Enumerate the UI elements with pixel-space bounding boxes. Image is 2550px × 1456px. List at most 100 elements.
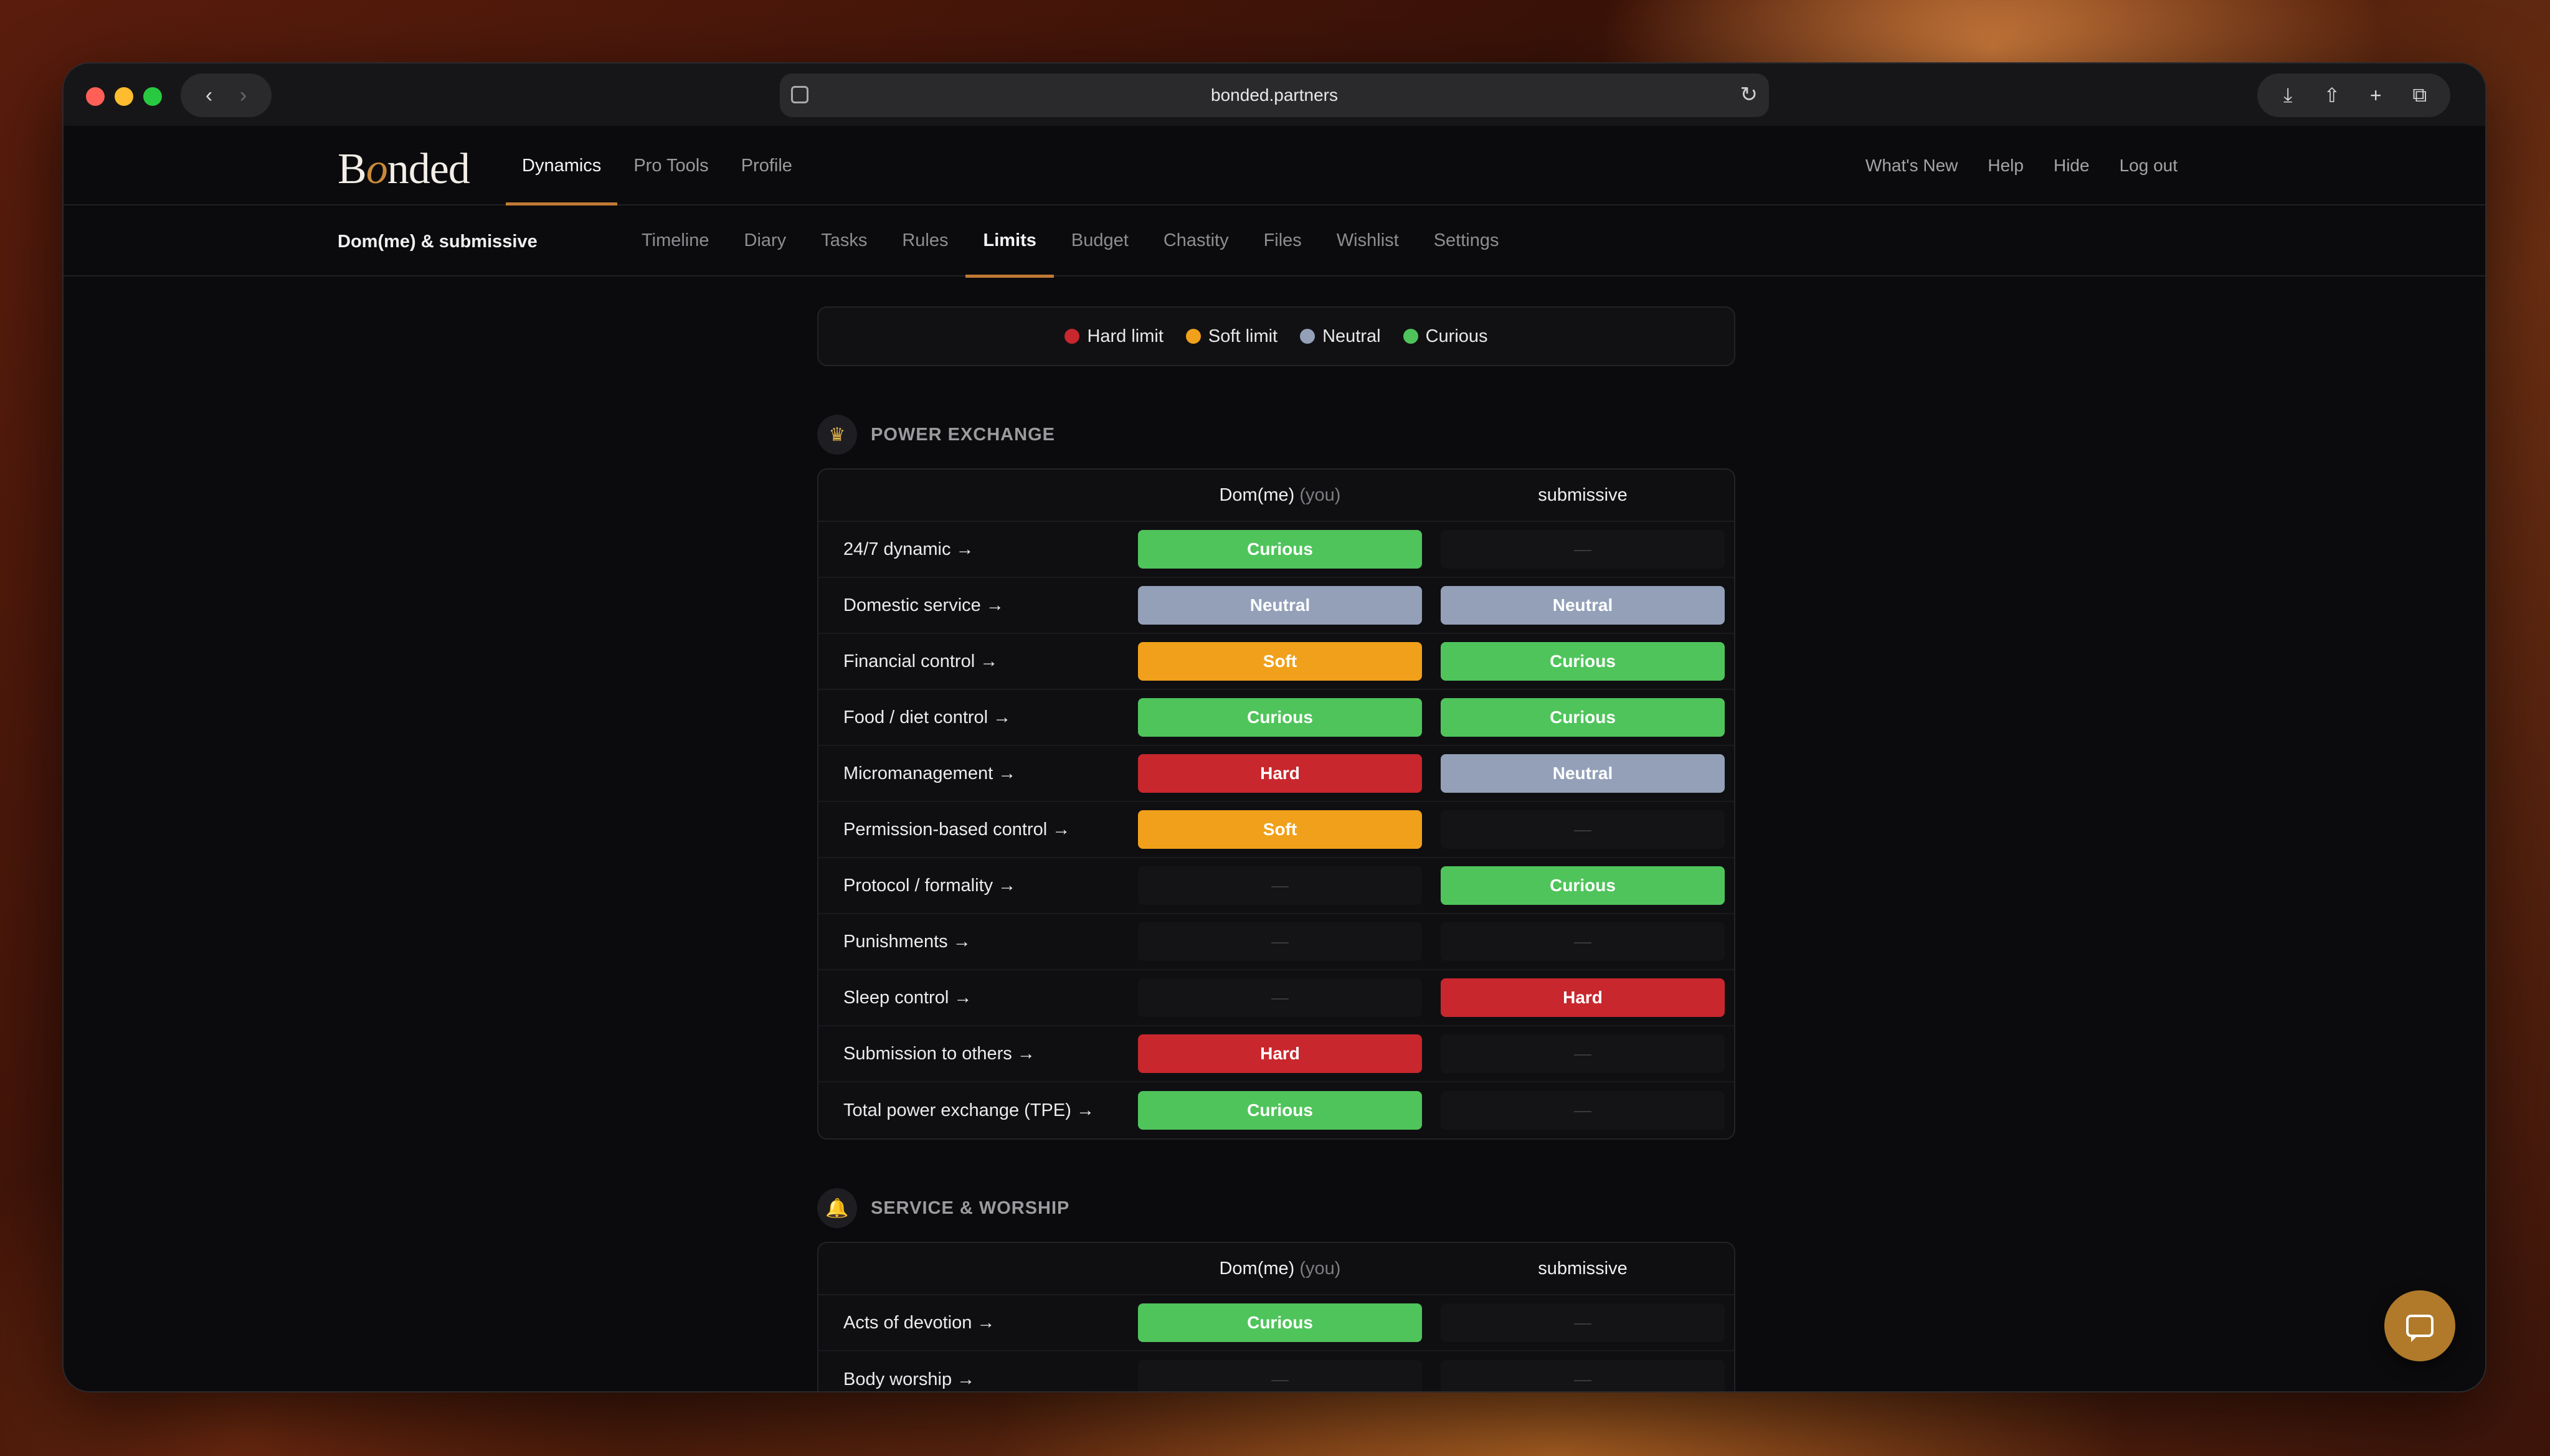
sub-rating[interactable]: —: [1441, 810, 1725, 849]
limit-sections: ♛ POWER EXCHANGE Dom(me) (you) submissive 24…: [817, 410, 1735, 1391]
dom-rating[interactable]: Curious: [1138, 1091, 1422, 1130]
legend-item: Curious: [1403, 326, 1488, 347]
table-row: Micromanagement → Hard Neutral: [818, 746, 1734, 802]
dom-rating[interactable]: Hard: [1138, 754, 1422, 793]
sub-rating[interactable]: Neutral: [1441, 754, 1725, 793]
table-row: Food / diet control → Curious Curious: [818, 690, 1734, 746]
sub-rating[interactable]: —: [1441, 1034, 1725, 1073]
new-tab-icon[interactable]: +: [2361, 84, 2391, 107]
tab-tasks[interactable]: Tasks: [803, 207, 884, 277]
limit-name-link[interactable]: Acts of devotion →: [818, 1313, 1129, 1333]
limit-name-link[interactable]: Protocol / formality →: [818, 876, 1129, 896]
dom-rating[interactable]: —: [1138, 978, 1422, 1017]
tab-wishlist[interactable]: Wishlist: [1319, 207, 1416, 277]
table-header: Dom(me) (you) submissive: [818, 1243, 1734, 1295]
sub-rating[interactable]: Neutral: [1441, 586, 1725, 625]
sub-rating[interactable]: Curious: [1441, 698, 1725, 737]
nav-whats-new[interactable]: What's New: [1851, 126, 1973, 206]
dom-rating[interactable]: Neutral: [1138, 586, 1422, 625]
dom-column-header: Dom(me) (you): [1129, 1259, 1431, 1279]
sub-column-header: submissive: [1538, 1258, 1628, 1279]
table-row: Permission-based control → Soft —: [818, 802, 1734, 858]
limit-name-link[interactable]: 24/7 dynamic →: [818, 539, 1129, 560]
table-header: Dom(me) (you) submissive: [818, 470, 1734, 522]
dom-rating[interactable]: Curious: [1138, 530, 1422, 569]
address-bar[interactable]: bonded.partners ↻: [780, 73, 1769, 117]
nav-dynamics[interactable]: Dynamics: [506, 126, 618, 206]
limit-name-link[interactable]: Food / diet control →: [818, 707, 1129, 728]
tab-timeline[interactable]: Timeline: [624, 207, 727, 277]
dom-rating[interactable]: Curious: [1138, 698, 1422, 737]
table-row: Financial control → Soft Curious: [818, 634, 1734, 690]
chat-button[interactable]: [2384, 1290, 2455, 1361]
sub-rating[interactable]: Curious: [1441, 866, 1725, 905]
close-window-button[interactable]: [86, 87, 105, 106]
dynamic-title[interactable]: Dom(me) & submissive: [338, 207, 538, 277]
hard-limit-dot: [1064, 329, 1080, 344]
nav-hide[interactable]: Hide: [2039, 126, 2105, 206]
tab-budget[interactable]: Budget: [1054, 207, 1146, 277]
nav-log-out[interactable]: Log out: [2105, 126, 2192, 206]
limit-name-link[interactable]: Domestic service →: [818, 595, 1129, 616]
dom-rating[interactable]: Curious: [1138, 1303, 1422, 1342]
download-icon[interactable]: ⤓: [2273, 83, 2303, 107]
tab-overview-icon[interactable]: ⧉: [2405, 83, 2435, 107]
limits-content: Hard limit Soft limit Neutral Curious ♛ P…: [817, 306, 1735, 1391]
table-row: Body worship → — —: [818, 1351, 1734, 1391]
chat-bubble-icon: [2406, 1315, 2434, 1342]
limit-name-link[interactable]: Punishments →: [818, 932, 1129, 952]
nav-profile[interactable]: Profile: [725, 126, 808, 206]
primary-nav: Dynamics Pro Tools Profile: [506, 126, 808, 206]
history-nav: ‹ ›: [181, 73, 272, 117]
page-menu-icon[interactable]: [791, 86, 808, 103]
sub-rating[interactable]: —: [1441, 1091, 1725, 1130]
limit-name-link[interactable]: Sleep control →: [818, 988, 1129, 1008]
curious-dot: [1403, 329, 1418, 344]
tab-diary[interactable]: Diary: [727, 207, 804, 277]
browser-toolbar: ‹ › bonded.partners ↻ ⤓ ⇧ + ⧉: [64, 64, 2485, 126]
nav-pro-tools[interactable]: Pro Tools: [617, 126, 724, 206]
sub-rating[interactable]: —: [1441, 1303, 1725, 1342]
dom-rating[interactable]: Soft: [1138, 642, 1422, 681]
sub-rating[interactable]: Curious: [1441, 642, 1725, 681]
limit-name-link[interactable]: Permission-based control →: [818, 820, 1129, 840]
tab-files[interactable]: Files: [1246, 207, 1319, 277]
bell-icon: 🔔: [817, 1188, 857, 1228]
reload-icon[interactable]: ↻: [1740, 82, 1758, 107]
tab-limits[interactable]: Limits: [965, 207, 1055, 278]
dom-rating[interactable]: —: [1138, 922, 1422, 961]
dom-column-header: Dom(me) (you): [1129, 485, 1431, 506]
limit-name-link[interactable]: Total power exchange (TPE) →: [818, 1100, 1129, 1121]
limit-name-link[interactable]: Financial control →: [818, 651, 1129, 672]
dom-rating[interactable]: —: [1138, 1360, 1422, 1391]
limit-name-link[interactable]: Micromanagement →: [818, 763, 1129, 784]
sub-rating[interactable]: —: [1441, 530, 1725, 569]
you-label: (you): [1299, 485, 1341, 505]
table-row: Protocol / formality → — Curious: [818, 858, 1734, 914]
forward-icon[interactable]: ›: [231, 85, 256, 106]
sub-rating[interactable]: —: [1441, 1360, 1725, 1391]
tab-chastity[interactable]: Chastity: [1146, 207, 1246, 277]
legend-item: Neutral: [1300, 326, 1381, 347]
legend-label: Curious: [1425, 326, 1488, 346]
minimize-window-button[interactable]: [115, 87, 133, 106]
bonded-logo[interactable]: Bonded: [338, 144, 470, 194]
limits-table: Dom(me) (you) submissive 24/7 dynamic → Cur…: [817, 468, 1735, 1140]
sub-rating[interactable]: —: [1441, 922, 1725, 961]
limit-name-link[interactable]: Body worship →: [818, 1369, 1129, 1390]
table-row: Acts of devotion → Curious —: [818, 1295, 1734, 1351]
tab-rules[interactable]: Rules: [884, 207, 965, 277]
table-row: Domestic service → Neutral Neutral: [818, 578, 1734, 634]
tab-settings[interactable]: Settings: [1416, 207, 1517, 277]
limit-name-link[interactable]: Submission to others →: [818, 1044, 1129, 1064]
maximize-window-button[interactable]: [143, 87, 162, 106]
dynamic-tabs: Timeline Diary Tasks Rules Limits Budget…: [624, 207, 1517, 278]
sub-rating[interactable]: Hard: [1441, 978, 1725, 1017]
dom-rating[interactable]: Hard: [1138, 1034, 1422, 1073]
dom-rating[interactable]: Soft: [1138, 810, 1422, 849]
back-icon[interactable]: ‹: [197, 85, 222, 106]
dom-rating[interactable]: —: [1138, 866, 1422, 905]
share-icon[interactable]: ⇧: [2317, 83, 2347, 107]
nav-help[interactable]: Help: [1973, 126, 2039, 206]
section-title: POWER EXCHANGE: [871, 424, 1055, 445]
